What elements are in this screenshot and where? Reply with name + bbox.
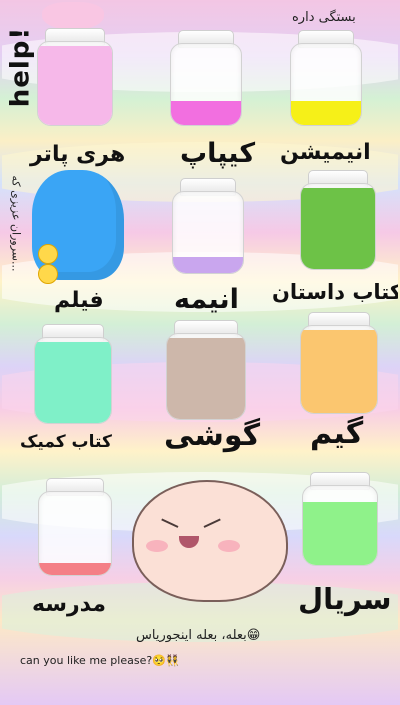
jar-label: کیپاپ (180, 138, 256, 169)
jar-phone (166, 320, 246, 420)
jar-animation (290, 30, 362, 126)
jar-label: فیلم (54, 288, 104, 313)
help-tag: help! (5, 26, 36, 108)
help-bubble-icon (42, 2, 104, 30)
jar-kpop (170, 30, 242, 126)
jar-label: انیمیشن (280, 140, 371, 165)
jar-storybook (300, 170, 376, 270)
jar-game (300, 312, 378, 414)
header-title: بستگی داره (292, 10, 356, 25)
jar-comic-book (34, 324, 112, 424)
jar-label: مدرسه (32, 592, 106, 617)
jar-label: سریال (298, 582, 392, 616)
jar-label: کتاب داستان (272, 280, 398, 304)
blushing-blob-icon (132, 480, 288, 602)
jar-harry-potter (37, 28, 113, 126)
jar-label: گوشی (164, 418, 261, 453)
caption-english: can you like me please?🥺👯 (20, 654, 180, 667)
jar-label: گیم (310, 416, 364, 451)
caption-persian: بعله، بعله اینجوریاس😁 (136, 628, 261, 643)
crying-emoji-icon (38, 244, 58, 264)
jar-label: انیمه (174, 284, 239, 315)
jar-label: هری پاتر (30, 142, 126, 167)
story-canvas: بستگی داره help! سروران عزیزی که... هری … (2, 2, 398, 702)
side-note: سروران عزیزی که... (9, 175, 23, 272)
jar-anime (172, 178, 244, 274)
jar-label: کتاب کمیک (20, 432, 112, 452)
crying-emoji-icon (38, 264, 58, 284)
jar-series (302, 472, 378, 566)
jar-school (38, 478, 112, 576)
